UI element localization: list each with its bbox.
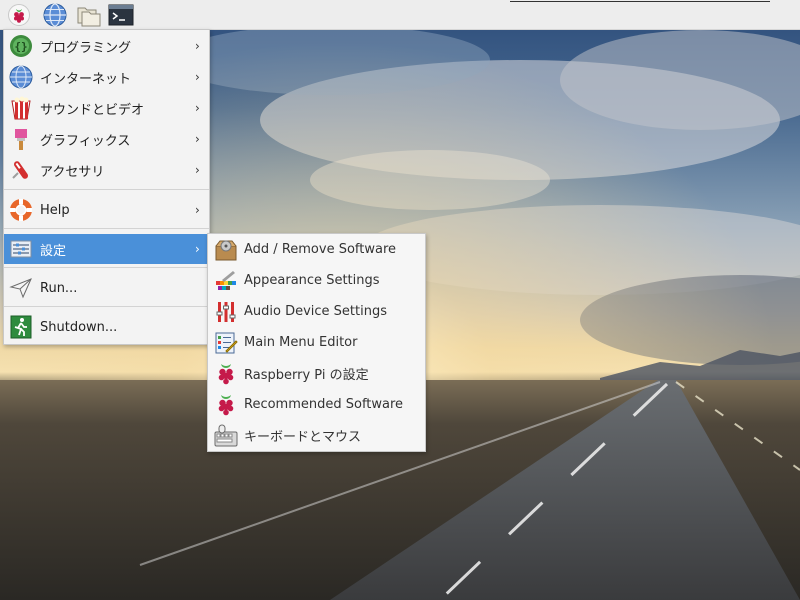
chevron-right-icon: › <box>195 70 200 84</box>
menu-item-label: サウンドとビデオ <box>40 102 145 118</box>
submenu-item-label: Raspberry Pi の設定 <box>244 368 369 383</box>
raspberry-icon <box>8 3 30 26</box>
menu-item-help[interactable]: Help › <box>4 195 209 225</box>
submenu-item-label: Main Menu Editor <box>244 335 358 350</box>
menu-separator <box>4 228 209 229</box>
top-panel <box>0 0 800 30</box>
chevron-right-icon: › <box>195 132 200 146</box>
raspberry-menu-button[interactable] <box>6 2 32 27</box>
menu-item-sound-video[interactable]: サウンドとビデオ › <box>4 93 209 123</box>
accessories-icon <box>9 158 33 182</box>
menu-separator <box>4 306 209 307</box>
menu-item-label: アクセサリ <box>40 164 105 180</box>
main-menu: {} プログラミング › インターネット › サウンドとビデオ › グラフィック… <box>3 29 210 345</box>
submenu-item-keyboard-mouse[interactable]: キーボードとマウス <box>208 420 425 451</box>
menu-item-settings[interactable]: 設定 › <box>4 234 209 264</box>
keyboard-mouse-icon <box>214 424 238 448</box>
menu-separator <box>4 267 209 268</box>
submenu-item-add-remove-software[interactable]: Add / Remove Software <box>208 234 425 265</box>
graphics-icon <box>9 127 33 151</box>
chevron-right-icon: › <box>195 203 200 217</box>
programming-icon: {} <box>9 34 33 58</box>
terminal-launcher[interactable] <box>108 2 134 27</box>
submenu-item-label: Recommended Software <box>244 397 404 412</box>
package-icon <box>214 238 238 262</box>
submenu-item-audio-device-settings[interactable]: Audio Device Settings <box>208 296 425 327</box>
globe-icon <box>43 2 67 27</box>
menu-item-internet[interactable]: インターネット › <box>4 62 209 92</box>
menu-item-run[interactable]: Run... <box>4 273 209 303</box>
menu-item-label: Run... <box>40 280 78 296</box>
raspberry-icon <box>214 362 238 386</box>
internet-icon <box>9 65 33 89</box>
menu-item-shutdown[interactable]: Shutdown... <box>4 312 209 342</box>
submenu-item-main-menu-editor[interactable]: Main Menu Editor <box>208 327 425 358</box>
appearance-icon <box>214 269 238 293</box>
menu-item-label: Shutdown... <box>40 319 118 335</box>
folder-icon <box>77 7 101 26</box>
run-icon <box>9 276 33 300</box>
submenu-item-recommended-software[interactable]: Recommended Software <box>208 389 425 420</box>
submenu-item-appearance-settings[interactable]: Appearance Settings <box>208 265 425 296</box>
submenu-item-raspberry-pi-config[interactable]: Raspberry Pi の設定 <box>208 358 425 389</box>
audio-mixer-icon <box>214 300 238 324</box>
settings-icon <box>9 237 33 261</box>
sound-video-icon <box>9 96 33 120</box>
web-browser-launcher[interactable] <box>42 2 68 27</box>
menu-separator <box>4 189 209 190</box>
chevron-right-icon: › <box>195 163 200 177</box>
menu-editor-icon <box>214 331 238 355</box>
submenu-item-label: Appearance Settings <box>244 273 380 288</box>
chevron-right-icon: › <box>195 39 200 53</box>
submenu-item-label: Audio Device Settings <box>244 304 387 319</box>
menu-item-accessories[interactable]: アクセサリ › <box>4 155 209 185</box>
file-manager-launcher[interactable] <box>76 2 102 27</box>
menu-item-label: プログラミング <box>40 40 132 56</box>
settings-submenu: Add / Remove Software Appearance Setting… <box>207 233 426 452</box>
terminal-icon <box>108 4 134 25</box>
shutdown-icon <box>9 315 33 339</box>
help-icon <box>9 198 33 222</box>
svg-text:{}: {} <box>14 40 27 53</box>
menu-item-label: グラフィックス <box>40 133 131 149</box>
menu-item-programming[interactable]: {} プログラミング › <box>4 31 209 61</box>
menu-item-graphics[interactable]: グラフィックス › <box>4 124 209 154</box>
chevron-right-icon: › <box>195 242 200 256</box>
menu-item-label: 設定 <box>40 243 67 259</box>
menu-item-label: インターネット <box>40 71 132 87</box>
panel-text-field[interactable] <box>510 0 770 2</box>
submenu-item-label: Add / Remove Software <box>244 242 397 257</box>
chevron-right-icon: › <box>195 101 200 115</box>
raspberry-icon <box>214 393 238 417</box>
menu-item-label: Help <box>40 202 70 218</box>
submenu-item-label: キーボードとマウス <box>244 430 362 445</box>
